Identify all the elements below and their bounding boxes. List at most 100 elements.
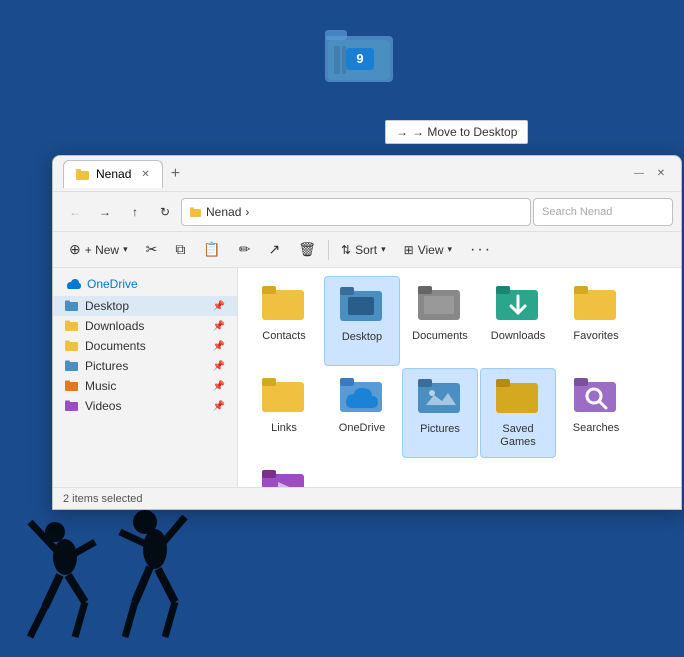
minimize-button[interactable]: — bbox=[629, 164, 649, 184]
breadcrumb-folder-icon bbox=[190, 206, 202, 218]
up-button[interactable]: ↑ bbox=[121, 198, 149, 226]
searches-icon bbox=[572, 374, 620, 418]
links-label: Links bbox=[271, 422, 297, 435]
file-item-documents[interactable]: Documents bbox=[402, 276, 478, 366]
copy-button[interactable]: ⧉ bbox=[167, 236, 193, 264]
sort-button[interactable]: ⇅ Sort ▾ bbox=[333, 236, 394, 264]
tab-label: Nenad bbox=[96, 167, 131, 181]
breadcrumb[interactable]: Nenad › bbox=[181, 198, 531, 226]
favorites-label: Favorites bbox=[573, 330, 618, 343]
sidebar-item-desktop[interactable]: Desktop 📌 bbox=[53, 296, 237, 316]
file-grid: Contacts Desktop bbox=[238, 268, 681, 487]
downloads-label: Downloads bbox=[491, 330, 545, 343]
breadcrumb-sep: › bbox=[245, 205, 249, 219]
file-item-favorites[interactable]: Favorites bbox=[558, 276, 634, 366]
close-button[interactable]: ✕ bbox=[651, 164, 671, 184]
pictures-folder-icon bbox=[416, 375, 464, 419]
new-tab-button[interactable]: + bbox=[163, 165, 188, 183]
nav-toolbar: ← → ↑ ↻ Nenad › Search Nenad bbox=[53, 192, 681, 232]
sidebar-item-documents[interactable]: Documents 📌 bbox=[53, 336, 237, 356]
delete-button[interactable]: 🗑 bbox=[290, 236, 324, 264]
view-button[interactable]: ⊞ View ▾ bbox=[396, 236, 460, 264]
onedrive-label: OneDrive bbox=[339, 422, 385, 435]
file-item-searches[interactable]: Searches bbox=[558, 368, 634, 458]
file-item-downloads[interactable]: Downloads bbox=[480, 276, 556, 366]
svg-text:9: 9 bbox=[356, 51, 363, 66]
new-button[interactable]: ⊕ + New ▾ bbox=[61, 236, 136, 264]
links-icon bbox=[260, 374, 308, 418]
sidebar-item-pictures[interactable]: Pictures 📌 bbox=[53, 356, 237, 376]
file-item-saved-games[interactable]: Saved Games bbox=[480, 368, 556, 458]
window-controls: — ✕ bbox=[629, 164, 671, 184]
sidebar-music-label: Music bbox=[85, 379, 116, 393]
explorer-window: Nenad ✕ + — ✕ ← → ↑ ↻ Nenad › Search Nen… bbox=[52, 155, 682, 510]
pin-icon-pic: 📌 bbox=[213, 361, 225, 372]
command-bar: ⊕ + New ▾ ✂ ⧉ 📋 ✏ ↗ 🗑 ⇅ Sort ▾ ⊞ View ▾ … bbox=[53, 232, 681, 268]
onedrive-folder-icon bbox=[338, 374, 386, 418]
refresh-button[interactable]: ↻ bbox=[151, 198, 179, 226]
music-sidebar-icon bbox=[65, 379, 79, 393]
sidebar-pictures-label: Pictures bbox=[85, 359, 128, 373]
main-content: OneDrive Desktop 📌 Downloads 📌 bbox=[53, 268, 681, 487]
view-label: View bbox=[418, 243, 444, 257]
back-button[interactable]: ← bbox=[61, 198, 89, 226]
contacts-label: Contacts bbox=[262, 330, 305, 343]
downloads-icon bbox=[494, 282, 542, 326]
status-text: 2 items selected bbox=[63, 493, 142, 505]
sidebar-onedrive[interactable]: OneDrive bbox=[53, 272, 237, 296]
desktop-sidebar-icon bbox=[65, 299, 79, 313]
file-item-pictures[interactable]: Pictures bbox=[402, 368, 478, 458]
desktop-folder-icon[interactable]: 9 bbox=[320, 18, 400, 88]
file-item-videos[interactable]: Videos bbox=[246, 460, 322, 487]
sort-label: Sort bbox=[355, 243, 377, 257]
favorites-icon bbox=[572, 282, 620, 326]
share-button[interactable]: ↗ bbox=[261, 236, 289, 264]
file-item-links[interactable]: Links bbox=[246, 368, 322, 458]
folder-icon-large: 9 bbox=[320, 18, 400, 88]
explorer-tab[interactable]: Nenad ✕ bbox=[63, 160, 163, 188]
saved-games-icon bbox=[494, 375, 542, 419]
title-bar: Nenad ✕ + — ✕ bbox=[53, 156, 681, 192]
status-bar: 2 items selected bbox=[53, 487, 681, 509]
sidebar-item-videos[interactable]: Videos 📌 bbox=[53, 396, 237, 416]
sidebar-documents-label: Documents bbox=[85, 339, 146, 353]
sidebar: OneDrive Desktop 📌 Downloads 📌 bbox=[53, 268, 238, 487]
sidebar-downloads-label: Downloads bbox=[85, 319, 144, 333]
file-item-desktop[interactable]: Desktop bbox=[324, 276, 400, 366]
tab-close-btn[interactable]: ✕ bbox=[141, 169, 149, 180]
file-item-contacts[interactable]: Contacts bbox=[246, 276, 322, 366]
pin-icon-vid: 📌 bbox=[213, 401, 225, 412]
contacts-icon bbox=[260, 282, 308, 326]
more-button[interactable]: ··· bbox=[462, 236, 500, 264]
search-box[interactable]: Search Nenad bbox=[533, 198, 673, 226]
pin-icon: 📌 bbox=[213, 301, 225, 312]
desktop-label: Desktop bbox=[342, 331, 382, 344]
folder-tab-icon bbox=[76, 167, 90, 181]
paste-button[interactable]: 📋 bbox=[195, 236, 228, 264]
pictures-label: Pictures bbox=[420, 423, 460, 436]
sidebar-item-downloads[interactable]: Downloads 📌 bbox=[53, 316, 237, 336]
file-item-onedrive[interactable]: OneDrive bbox=[324, 368, 400, 458]
documents-sidebar-icon bbox=[65, 339, 79, 353]
sidebar-item-music[interactable]: Music 📌 bbox=[53, 376, 237, 396]
downloads-sidebar-icon bbox=[65, 319, 79, 333]
sidebar-desktop-label: Desktop bbox=[85, 299, 129, 313]
pin-icon-doc: 📌 bbox=[213, 341, 225, 352]
saved-games-label: Saved Games bbox=[485, 423, 551, 449]
videos-icon bbox=[260, 466, 308, 487]
search-placeholder: Search Nenad bbox=[542, 206, 612, 218]
separator bbox=[328, 240, 329, 260]
arrow-icon: → bbox=[396, 125, 408, 139]
cut-button[interactable]: ✂ bbox=[138, 236, 166, 264]
new-btn-label: + New bbox=[85, 243, 119, 257]
onedrive-label: OneDrive bbox=[87, 277, 138, 291]
move-to-desktop-tooltip: → → Move to Desktop bbox=[385, 120, 528, 144]
pictures-sidebar-icon bbox=[65, 359, 79, 373]
forward-button[interactable]: → bbox=[91, 198, 119, 226]
rename-button[interactable]: ✏ bbox=[231, 236, 259, 264]
pin-icon-music: 📌 bbox=[213, 381, 225, 392]
documents-label: Documents bbox=[412, 330, 468, 343]
pin-icon-dl: 📌 bbox=[213, 321, 225, 332]
sidebar-videos-label: Videos bbox=[85, 399, 121, 413]
onedrive-icon bbox=[65, 276, 81, 292]
